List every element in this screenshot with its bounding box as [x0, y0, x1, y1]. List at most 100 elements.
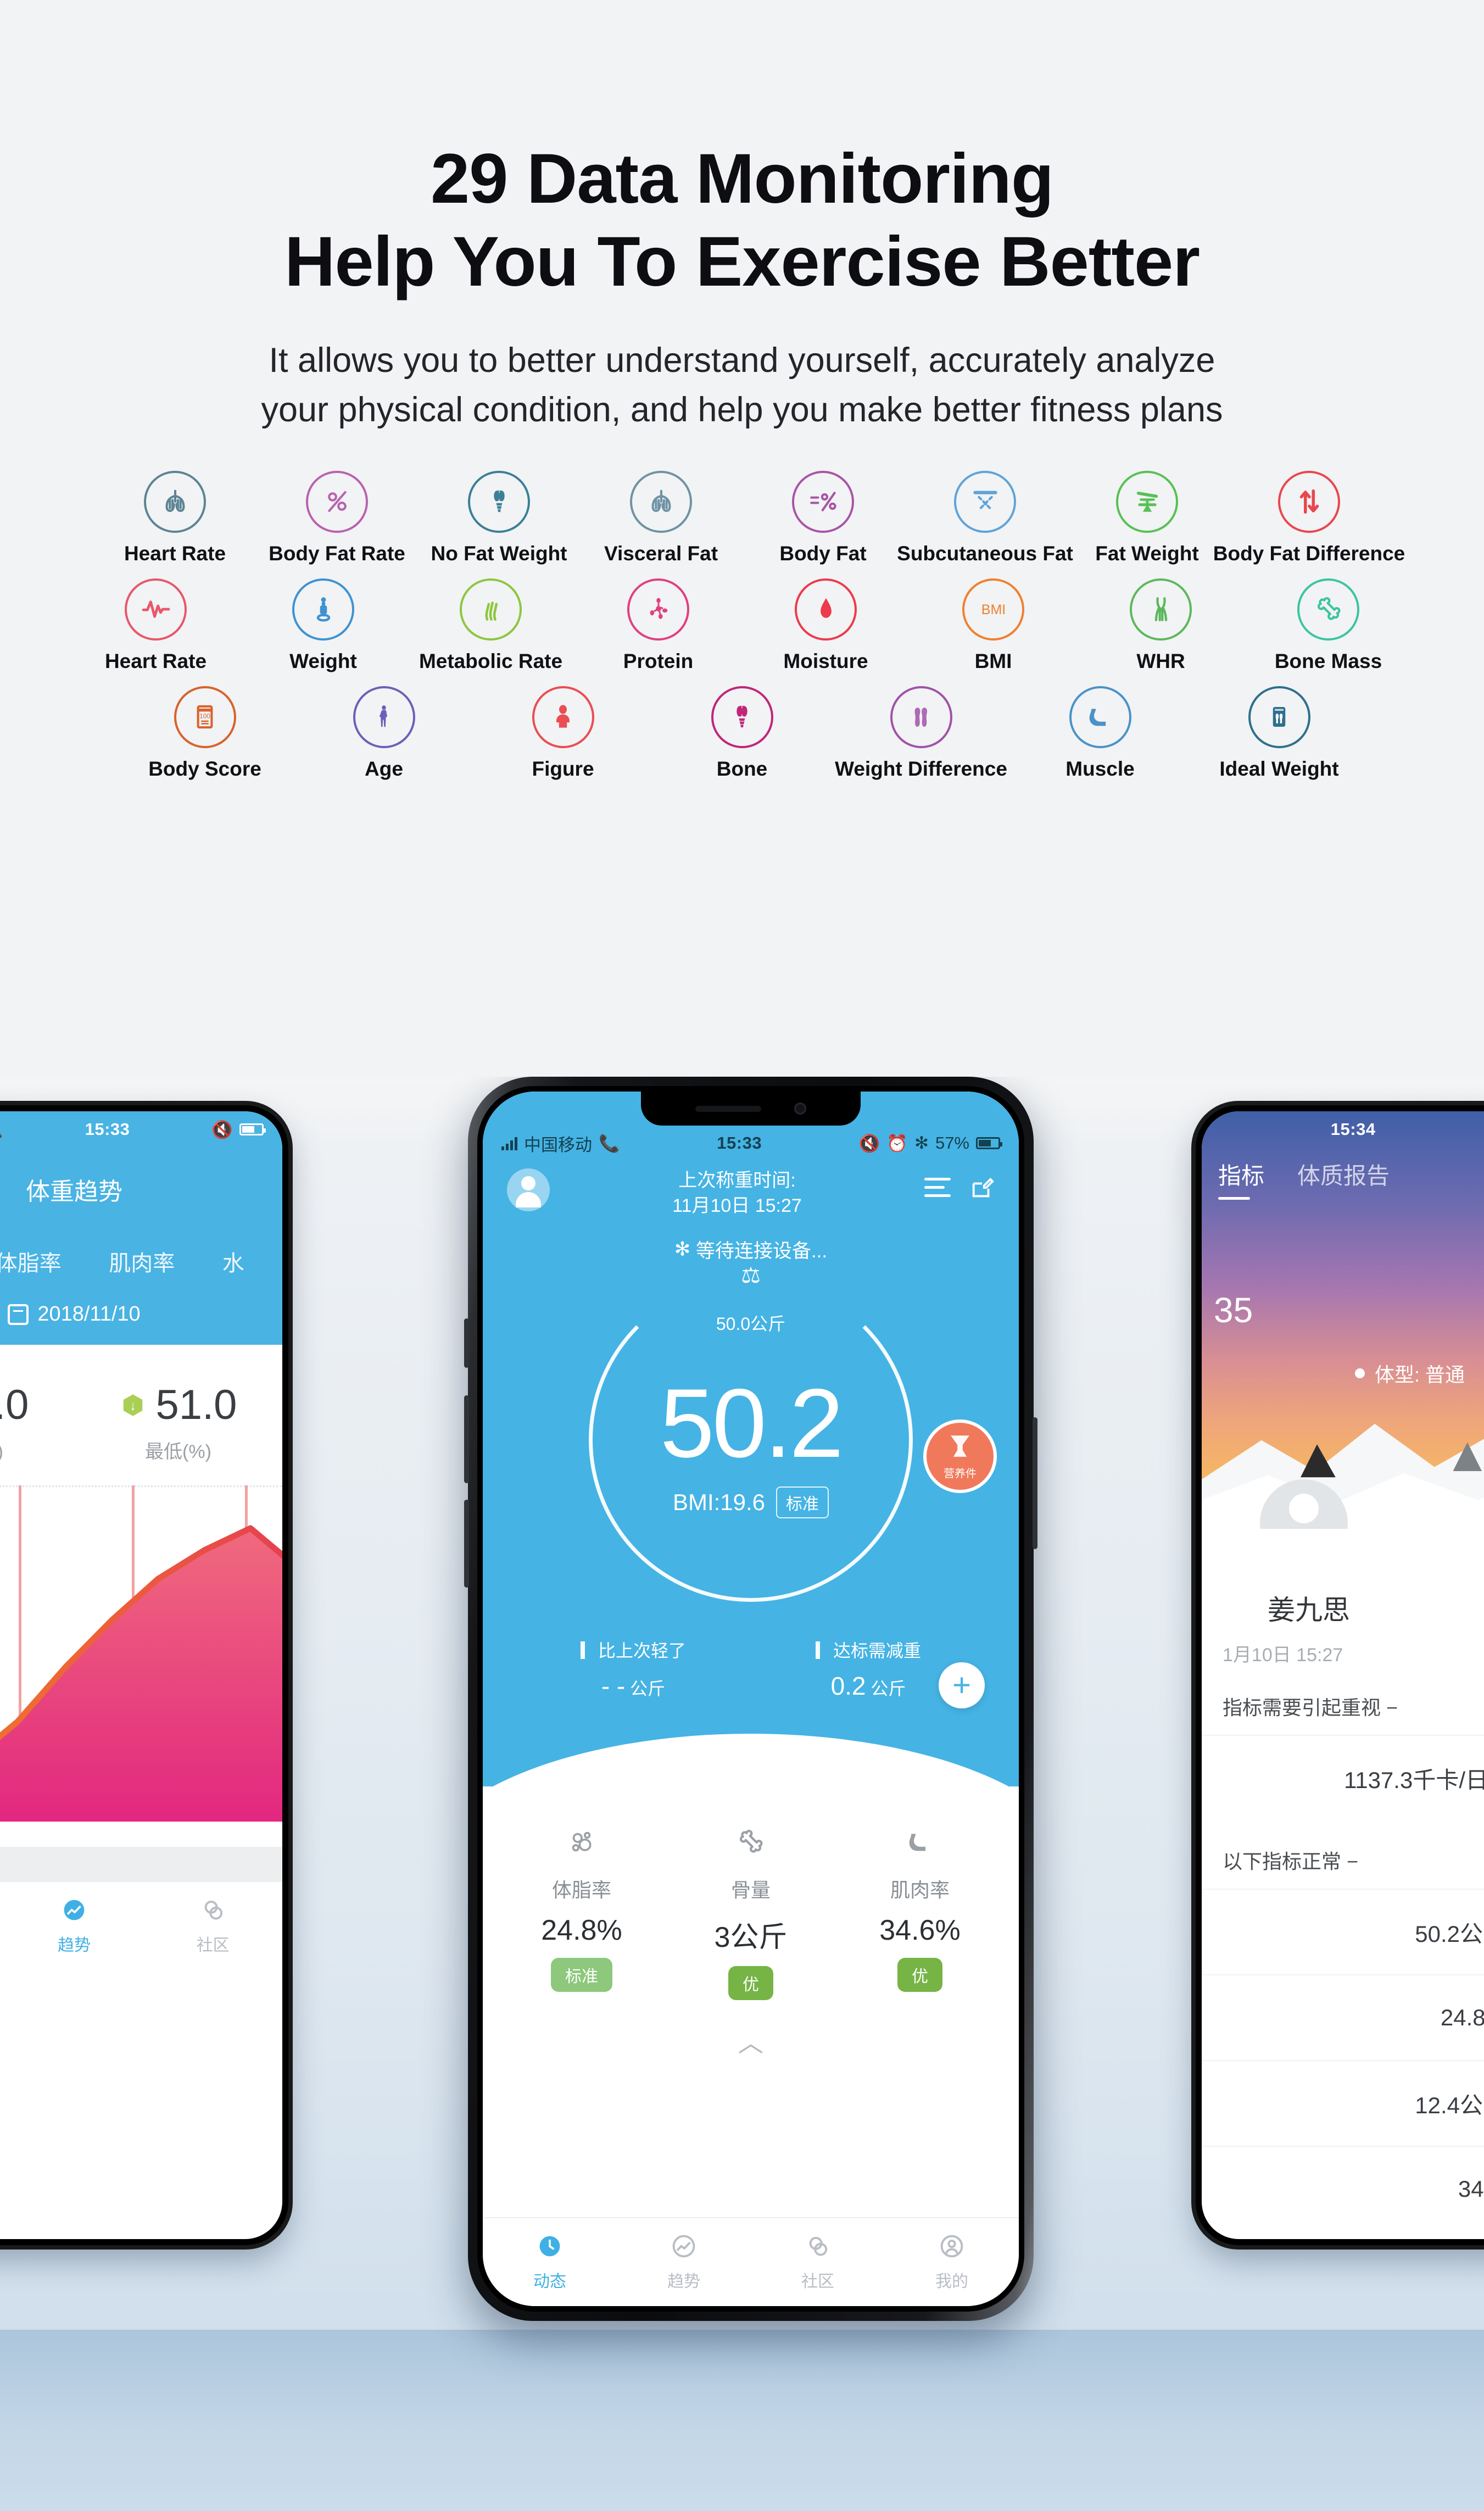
avatar[interactable] — [507, 1168, 550, 1211]
tab-label: 社区 — [196, 1936, 230, 1955]
tab-label: 趋势 — [58, 1936, 91, 1955]
report-row[interactable]: 24.8%标准 — [1202, 1974, 1484, 2060]
svg-text:BMI: BMI — [981, 602, 1005, 617]
tab-label: 动态 — [0, 1931, 5, 1956]
status-right-group: 🔇 ⏰ ✻ 57% — [859, 1133, 1002, 1154]
metric-card[interactable]: 骨量 3公斤优 — [666, 1815, 835, 2000]
metric-icon-cell[interactable]: 100 Body Score — [122, 686, 287, 794]
user-name: 姜九思 — [1268, 1595, 1350, 1625]
metric-icon-cell[interactable]: Muscle — [1018, 686, 1182, 794]
metric-icon-cell[interactable]: Heart Rate — [94, 470, 256, 578]
metric-icon-label: No Fat Weight — [431, 542, 567, 565]
tab-label: 动态 — [533, 2273, 566, 2291]
metric-icon-label: Heart Rate — [124, 542, 226, 565]
volume-down-button[interactable] — [464, 1500, 469, 1588]
status-badge: 优 — [897, 1957, 942, 1992]
metric-icon-cell[interactable]: Figure — [481, 686, 645, 794]
metric-icon-cell[interactable]: Fat Weight — [1066, 470, 1228, 578]
metric-icon-cell[interactable]: WHR — [1080, 578, 1242, 686]
report-row[interactable]: 1137.3千卡/日未达标 — [1202, 1735, 1484, 1820]
tab-动态[interactable]: 动态 — [483, 2227, 617, 2292]
trend-date-picker[interactable]: 2018/11/10 — [0, 1302, 282, 1326]
metric-icon-cell[interactable]: Ideal Weight — [1197, 686, 1362, 794]
metric-icon-cell[interactable]: Age — [302, 686, 466, 794]
bone-icon — [666, 1815, 835, 1869]
volume-up-button[interactable] — [464, 1395, 469, 1483]
tab-趋势[interactable]: 趋势 — [617, 2227, 751, 2292]
add-button[interactable]: + — [939, 1662, 985, 1708]
phone-showcase-stage: 中国移动 📞 15:33 🔇 体重趋势 体重体脂率肌肉率水 2018/11/10 — [0, 1077, 1484, 2511]
comparison-left-value-row: - - 公斤 — [516, 1671, 751, 1701]
report-tabs[interactable]: 指标 体质报告 — [1202, 1148, 1484, 1200]
report-tab-指标[interactable]: 指标 — [1218, 1157, 1264, 1200]
metric-icon-cell[interactable]: Bone Mass — [1247, 578, 1409, 686]
metric-icon-cell[interactable]: Weight — [242, 578, 404, 686]
tab-社区[interactable]: 社区 — [751, 2227, 885, 2292]
arrows-up-down-icon — [1278, 470, 1340, 533]
status-left-group: 中国移动 📞 — [501, 1131, 620, 1156]
signal-icon — [501, 1136, 517, 1150]
metric-icon-cell[interactable]: Body Fat Difference — [1213, 470, 1405, 578]
metric-icon-label: Weight Difference — [835, 757, 1007, 780]
metric-icon-cell[interactable]: BMI BMI — [912, 578, 1074, 686]
metric-icon-cell[interactable]: Body Fat Rate — [256, 470, 418, 578]
metric-icon-label: Moisture — [783, 649, 868, 672]
metric-icon-cell[interactable]: Bone — [660, 686, 824, 794]
lungs-solid-icon — [711, 686, 773, 748]
lungs-icon — [144, 470, 206, 533]
metric-name: 肌肉率 — [890, 1878, 950, 1901]
menu-icon[interactable] — [924, 1178, 951, 1202]
tabbar-center[interactable]: 动态 趋势 社区 我的 — [483, 2217, 1019, 2306]
report-row-value: 1137.3千卡/日 — [1343, 1767, 1484, 1793]
trend-metric-tabs[interactable]: 体重体脂率肌肉率水 — [0, 1245, 282, 1277]
metric-icon-label: Muscle — [1065, 757, 1135, 780]
page-subtitle-line2: your physical condition, and help you ma… — [261, 390, 1223, 429]
metric-card[interactable]: 体脂率 24.8% 标准 — [497, 1815, 666, 2000]
power-button[interactable] — [1033, 1417, 1037, 1549]
edit-icon[interactable] — [969, 1176, 995, 1204]
expand-chevron-icon[interactable]: ︿ — [483, 2014, 1019, 2064]
metric-card[interactable]: 肌肉率 34.6% 优 — [835, 1815, 1005, 2000]
metric-icon-cell[interactable]: Body Fat — [742, 470, 904, 578]
metric-icon-cell[interactable]: Metabolic Rate — [410, 578, 572, 686]
bluetooth-status-row[interactable]: ✻ 等待连接设备... — [483, 1235, 1019, 1263]
phone-bezel: 中国移动 📞 15:33 🔇 ⏰ ✻ 57% 上次称重时间: 11月10日 15… — [477, 1086, 1024, 2312]
phone-right-screen: 15:34 🔇 ✻ 57% 指标体质报告 35 体型: 普通 — [1202, 1111, 1484, 2239]
trend-tab-体脂率[interactable]: 体脂率 — [0, 1245, 62, 1277]
report-tab-体质报告[interactable]: 体质报告 — [1297, 1157, 1390, 1191]
tab-动态[interactable]: 动态 — [0, 1891, 5, 1956]
metric-icon-cell[interactable]: Moisture — [745, 578, 907, 686]
metric-icon-label: Bone Mass — [1274, 649, 1382, 672]
metric-icon-cell[interactable]: Subcutaneous Fat — [897, 470, 1073, 578]
report-row[interactable]: 50.2公斤标准 — [1202, 1889, 1484, 1974]
metric-icon-cell[interactable]: Visceral Fat — [580, 470, 742, 578]
home-header: 上次称重时间: 11月10日 15:27 — [483, 1160, 1019, 1219]
metric-icon-cell[interactable]: Weight Difference — [835, 686, 1007, 794]
tab-社区[interactable]: 社区 — [143, 1891, 282, 1956]
target-weight-label: 50.0公斤 — [716, 1313, 786, 1334]
profile-icon — [885, 2227, 1019, 2265]
metric-icon-cell[interactable]: No Fat Weight — [418, 470, 580, 578]
tab-我的[interactable]: 我的 — [885, 2227, 1019, 2292]
tabbar-left[interactable]: 动态 趋势 社区 — [0, 1881, 282, 1970]
mute-switch[interactable] — [464, 1318, 469, 1368]
tab-label: 社区 — [801, 2273, 834, 2291]
metric-icon-cell[interactable]: Heart Rate — [75, 578, 237, 686]
metric-icon-cell[interactable]: Protein — [577, 578, 739, 686]
bmi-label: BMI:19.6 — [672, 1489, 766, 1515]
trend-tab-水[interactable]: 水 — [222, 1245, 244, 1277]
alarm-icon: ⏰ — [886, 1133, 908, 1153]
body-score-value: 35 — [1214, 1290, 1253, 1330]
report-row[interactable]: 34.6%优 — [1202, 2146, 1484, 2231]
metric-icon-label: BMI — [974, 649, 1012, 672]
metric-icon-label: Body Fat Difference — [1213, 542, 1405, 565]
percent-icon — [306, 470, 368, 533]
trend-tab-肌肉率[interactable]: 肌肉率 — [109, 1245, 175, 1277]
report-row[interactable]: 12.4公斤标准 — [1202, 2060, 1484, 2146]
bmi-status-badge: 标准 — [776, 1486, 829, 1518]
community-icon — [751, 2227, 885, 2265]
arrow-down-icon: ↓ — [120, 1392, 146, 1418]
nutrition-button[interactable]: 营养件 — [923, 1419, 997, 1493]
tab-趋势[interactable]: 趋势 — [5, 1891, 144, 1956]
metric-icon-label: Figure — [532, 757, 594, 780]
